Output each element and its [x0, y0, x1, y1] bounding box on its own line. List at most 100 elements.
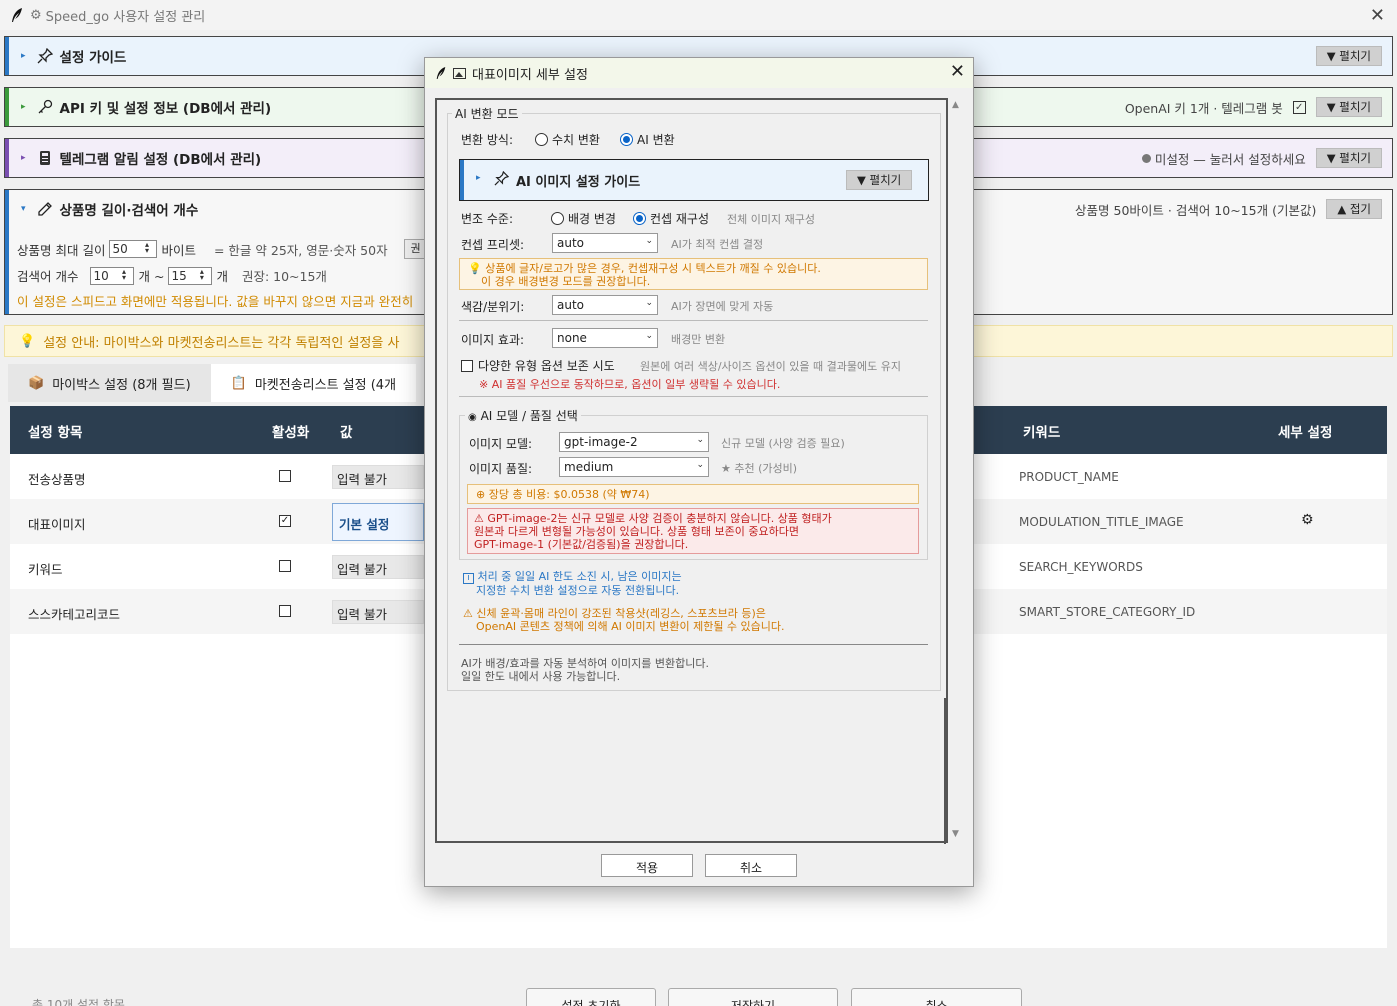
model-warning: ⚠ GPT-image-2는 신규 모델로 사양 검증이 충분하지 않습니다. … — [467, 508, 919, 554]
col-active: 활성화 — [272, 425, 310, 441]
divider — [459, 396, 928, 397]
row-keyword: MODULATION_TITLE_IMAGE — [1019, 515, 1184, 529]
row-item: 스스카테고리코드 — [28, 607, 121, 622]
level-concept-radio[interactable]: 컨셉 재구성 — [633, 210, 709, 227]
col-item: 설정 항목 — [28, 425, 83, 441]
quality-select[interactable]: medium ⌄ — [559, 457, 709, 477]
ai-guide-title: AI 이미지 설정 가이드 — [516, 175, 641, 190]
footer-line1: AI가 배경/효과를 자동 분석하여 이미지를 변환합니다. — [461, 657, 709, 670]
scrollbar-thumb[interactable] — [944, 698, 946, 844]
method-numeric-radio[interactable]: 수치 변환 — [535, 131, 600, 148]
length-collapse-button[interactable]: ▲ 접기 — [1326, 199, 1382, 219]
variant-checkbox[interactable]: 다양한 유형 옵션 보존 시도 — [461, 357, 615, 374]
telegram-expand-button[interactable]: ▼ 펼치기 — [1315, 148, 1382, 168]
row-checkbox[interactable] — [279, 560, 291, 572]
fallback-line1: 처리 중 일일 AI 한도 소진 시, 남은 이미지는 — [477, 570, 682, 583]
model-group-title: AI 모델 / 품질 선택 — [480, 409, 578, 423]
section-telegram-title: 텔레그램 알림 설정 (DB에서 관리) — [59, 152, 262, 168]
settings-gear-icon[interactable]: ⚙ — [1301, 512, 1314, 528]
kw-unit: 개 — [216, 269, 228, 284]
window-close-button[interactable]: ✕ — [1370, 5, 1385, 26]
quality-label: 이미지 품질: — [469, 462, 533, 476]
dialog-scroll-area[interactable]: AI 변환 모드 변환 방식: 수치 변환 AI 변환 ▸ AI 이미지 설정 … — [435, 98, 948, 843]
row-checkbox[interactable] — [279, 605, 291, 617]
effect-select[interactable]: none ⌄ — [552, 328, 658, 348]
telegram-status: 미설정 — 눌러서 설정하세요 — [1154, 151, 1306, 167]
apply-button[interactable]: 적용 — [601, 854, 693, 877]
quality-value: medium — [564, 460, 614, 474]
row-checkbox[interactable] — [279, 470, 291, 482]
window-titlebar: ⚙ Speed_go 사용자 설정 관리 — [0, 0, 1397, 30]
cancel-button[interactable]: 취소 — [851, 988, 1022, 1006]
kw-recommend: 권장: 10~15개 — [241, 269, 327, 284]
level-bg-label: 배경 변경 — [568, 212, 616, 226]
chevron-down-icon: ⌄ — [696, 460, 704, 470]
section-length-title: 상품명 길이·검색어 개수 — [59, 203, 199, 219]
api-expand-button[interactable]: ▼ 펼치기 — [1315, 97, 1382, 117]
status-dot-icon — [1141, 153, 1151, 163]
footer-count: 총 10개 설정 항목 — [32, 998, 125, 1006]
model-hint: 신규 모델 (사양 검증 필요) — [721, 437, 845, 450]
preset-hint: AI가 최적 컨셉 결정 — [671, 238, 764, 251]
scroll-up-icon[interactable]: ▲ — [952, 100, 959, 110]
mood-select[interactable]: auto ⌄ — [552, 295, 658, 315]
tab-market[interactable]: 📋 마켓전송리스트 설정 (4개 — [210, 364, 417, 402]
preset-select[interactable]: auto ⌄ — [552, 233, 658, 253]
key-icon — [36, 99, 54, 115]
reset-button[interactable]: 설정 초기화 — [526, 988, 656, 1006]
ai-guide-panel[interactable]: ▸ AI 이미지 설정 가이드 ▼ 펼치기 — [459, 159, 929, 201]
method-ai-radio[interactable]: AI 변환 — [620, 131, 675, 148]
guide-expand-button[interactable]: ▼ 펼치기 — [1315, 46, 1382, 66]
effect-label: 이미지 효과: — [461, 333, 525, 347]
dialog-cancel-button[interactable]: 취소 — [705, 854, 797, 877]
row-value: 입력 불가 — [332, 600, 424, 624]
row-value: 입력 불가 — [332, 465, 424, 489]
row-value[interactable]: 기본 설정 — [332, 503, 424, 541]
row-value: 입력 불가 — [332, 555, 424, 579]
model-select[interactable]: gpt-image-2 ⌄ — [559, 432, 709, 452]
ai-guide-expand-button[interactable]: ▼ 펼치기 — [846, 170, 913, 190]
gear-icon: ⚙ — [30, 7, 42, 23]
policy-line2: OpenAI 콘텐츠 정책에 의해 AI 이미지 변환이 제한될 수 있습니다. — [476, 620, 785, 633]
model-warn-line2: 원본과 다르게 변형될 가능성이 있습니다. 상품 형태 보존이 중요하다면 — [474, 525, 799, 538]
preset-warning: 💡 상품에 글자/로고가 많은 경우, 컨셉재구성 시 텍스트가 깨질 수 있습… — [459, 258, 928, 290]
method-label: 변환 방식: — [461, 133, 514, 147]
expand-arrow-icon: ▸ — [21, 153, 26, 163]
max-len-spinner[interactable]: 50 — [109, 240, 158, 258]
tab-mybox[interactable]: 📦 마이박스 설정 (8개 필드) — [8, 364, 211, 402]
preset-value: auto — [557, 236, 585, 250]
policy-warning: ⚠ 신체 윤곽·몸매 라인이 강조된 착용샷(레깅스, 스포츠브라 등)은 Op… — [463, 607, 785, 633]
tab-mybox-label: 마이박스 설정 (8개 필드) — [52, 377, 191, 393]
image-settings-dialog: 대표이미지 세부 설정 ✕ AI 변환 모드 변환 방식: 수치 변환 AI 변… — [424, 57, 974, 887]
max-len-label: 상품명 최대 길이 — [17, 242, 106, 258]
chevron-down-icon: ⌄ — [645, 298, 653, 308]
row-checkbox[interactable]: ✓ — [279, 515, 291, 527]
method-numeric-label: 수치 변환 — [552, 133, 600, 147]
dialog-close-button[interactable]: ✕ — [950, 61, 965, 82]
section-api-title: API 키 및 설정 정보 (DB에서 관리) — [59, 101, 272, 117]
kw-min-spinner[interactable]: 10 — [90, 266, 135, 285]
warning-icon: ⚠ — [463, 607, 473, 620]
section-guide-title: 설정 가이드 — [59, 50, 127, 66]
level-bg-radio[interactable]: 배경 변경 — [551, 210, 616, 227]
model-value: gpt-image-2 — [564, 435, 638, 449]
effect-value: none — [557, 331, 587, 345]
scroll-down-icon[interactable]: ▼ — [952, 829, 959, 839]
dialog-scrollbar[interactable]: ▲ ▼ — [950, 98, 964, 843]
kw-max-spinner[interactable]: 15 — [168, 266, 213, 285]
mood-value: auto — [557, 298, 585, 312]
row-item: 키워드 — [28, 562, 63, 577]
expand-arrow-icon: ▸ — [21, 51, 26, 61]
image-icon — [453, 67, 466, 79]
save-button[interactable]: 저장하기 — [668, 988, 838, 1006]
row-keyword: SMART_STORE_CATEGORY_ID — [1019, 605, 1196, 619]
effect-hint: 배경만 변환 — [671, 333, 726, 346]
api-status: OpenAI 키 1개 · 텔레그램 봇 — [1124, 100, 1283, 116]
dialog-titlebar: 대표이미지 세부 설정 — [425, 58, 973, 88]
length-status: 상품명 50바이트 · 검색어 10~15개 (기본값) — [1075, 202, 1317, 218]
row-item: 전송상품명 — [28, 472, 86, 487]
radio-icon: ◉ — [468, 412, 477, 423]
preset-warn-line2: 이 경우 배경변경 모드를 권장합니다. — [481, 275, 651, 288]
method-ai-label: AI 변환 — [637, 133, 675, 147]
pencil-icon — [36, 201, 54, 217]
